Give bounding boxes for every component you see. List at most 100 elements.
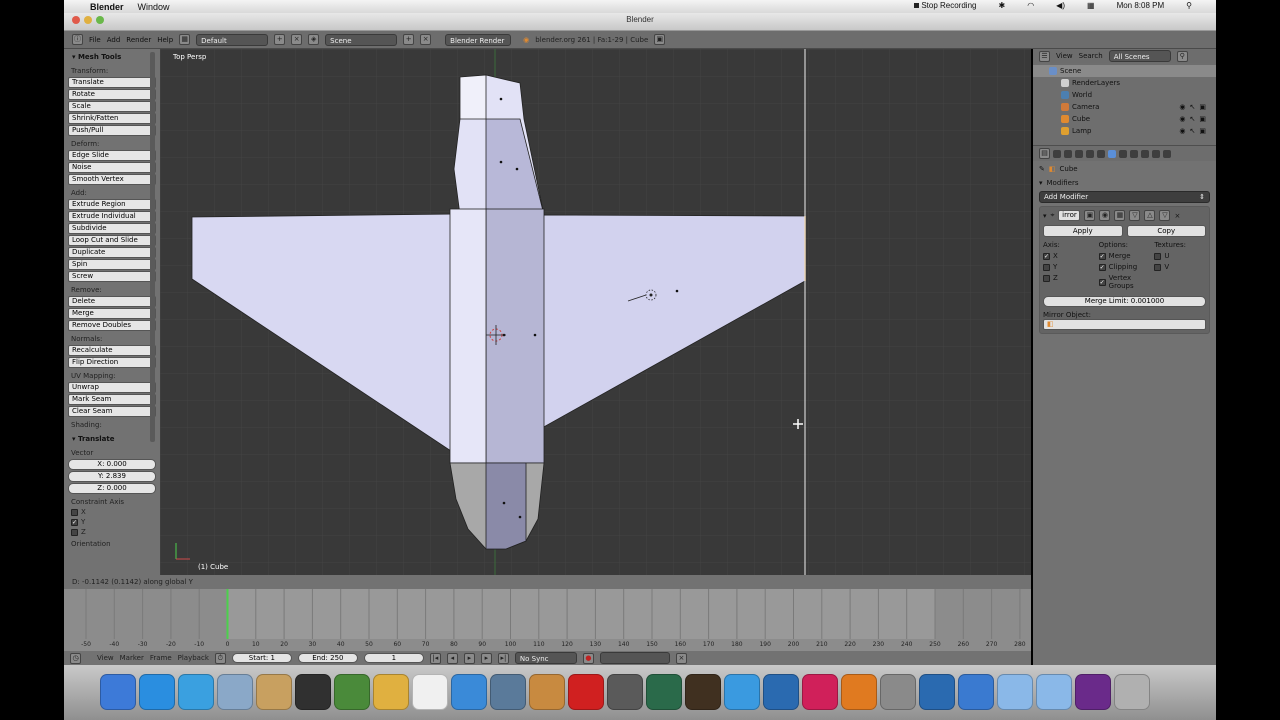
trash-icon[interactable] [1114,674,1150,710]
move-down-icon[interactable]: ▽ [1159,210,1171,221]
properties-editor-type-icon[interactable]: ▤ [1039,148,1050,159]
modifiers-tab-icon[interactable] [1108,149,1116,158]
camera-icon[interactable]: ▣ [1199,113,1206,125]
wifi-icon[interactable]: ◠ [1027,1,1034,10]
edge-slide-button[interactable]: Edge Slide [68,150,156,161]
clock[interactable]: Mon 8:08 PM [1117,1,1165,10]
timeline-canvas[interactable]: -50 -40 -30 -20 -10 0 10 20 30 40 50 60 70 80 90 100 110… [64,589,1031,651]
vector-z-field[interactable]: Z: 0.000 [68,483,156,494]
menu-window[interactable]: Window [138,2,170,12]
duplicate-button[interactable]: Duplicate [68,247,156,258]
preview-range-icon[interactable]: ⏱ [214,652,226,664]
clipping-checkbox[interactable]: ✓ Clipping [1098,263,1151,271]
collapse-arrow-icon[interactable]: ▾ [1043,212,1047,220]
jump-end-icon[interactable]: ▸| [497,652,509,664]
modifiers-panel-header[interactable]: ▾ Modifiers [1039,179,1210,187]
m-app-icon[interactable] [802,674,838,710]
menu-help[interactable]: Help [157,36,173,44]
3d-viewport[interactable]: Top Persp (1) Cube [160,49,1031,575]
screen-layout-icon[interactable]: ▦ [179,34,191,45]
timeline[interactable]: -50 -40 -30 -20 -10 0 10 20 30 40 50 60 70 80 90 100 110… [64,589,1031,651]
cage-toggle-icon[interactable]: ▽ [1129,210,1141,221]
notes-icon[interactable] [373,674,409,710]
current-frame-field[interactable]: 1 [363,653,424,663]
eye-icon[interactable]: ◉ [1179,101,1185,113]
mail-icon[interactable] [217,674,253,710]
tool-shelf-scrollbar[interactable] [150,52,155,442]
shrink-fatten-button[interactable]: Shrink/Fatten [68,113,156,124]
outliner-item-camera[interactable]: Camera ◉ ↖ ▣ [1033,101,1216,113]
preview-icon[interactable] [256,674,292,710]
calendar-icon[interactable] [412,674,448,710]
move-up-icon[interactable]: △ [1144,210,1156,221]
close-window-button[interactable] [72,16,80,24]
outliner-item-scene[interactable]: Scene [1033,65,1216,77]
spotlight-icon[interactable]: ⚲ [1186,1,1192,10]
flip-direction-button[interactable]: Flip Direction [68,357,156,368]
render-tab-icon[interactable] [1053,149,1061,158]
smooth-vertex-button[interactable]: Smooth Vertex [68,174,156,185]
outliner-filter-select[interactable]: All Scenes [1108,50,1171,62]
eye-icon[interactable]: ◉ [1179,125,1185,137]
downloads-folder-icon[interactable] [1036,674,1072,710]
sync-icon[interactable] [958,674,994,710]
modifier-name-field[interactable]: irror [1058,210,1081,221]
render-toggle-icon[interactable]: ▣ [1084,210,1096,221]
dashboard-icon[interactable] [295,674,331,710]
cursor-icon[interactable]: ↖ [1190,101,1196,113]
menu-add[interactable]: Add [107,36,121,44]
extrude-individual-button[interactable]: Extrude Individual [68,211,156,222]
cursor-icon[interactable]: ↖ [1190,125,1196,137]
x-checkbox[interactable]: ✓ X [1043,252,1095,260]
app-store-icon[interactable] [139,674,175,710]
constraint-z-checkbox[interactable]: Z [71,528,156,536]
outliner-item-world[interactable]: World [1033,89,1216,101]
play-icon[interactable]: ▸ [463,652,475,664]
mark-seam-button[interactable]: Mark Seam [68,394,156,405]
outliner-item-cube[interactable]: Cube ◉ ↖ ▣ [1033,113,1216,125]
jump-start-icon[interactable]: |◂ [429,652,441,664]
texture-tab-icon[interactable] [1141,149,1149,158]
mirror-object-field[interactable]: ◧ [1043,319,1206,330]
imovie-icon[interactable] [607,674,643,710]
recalculate-button[interactable]: Recalculate [68,345,156,356]
merge-limit-field[interactable]: Merge Limit: 0.001000 [1043,296,1206,307]
constraints-tab-icon[interactable] [1097,149,1105,158]
remove-scene-icon[interactable]: × [420,34,432,45]
viewport-canvas[interactable] [160,49,1031,575]
blender-icon[interactable] [841,674,877,710]
camera-icon[interactable]: ▣ [1199,101,1206,113]
start-frame-field[interactable]: Start: 1 [231,653,292,663]
object-tab-icon[interactable] [1086,149,1094,158]
facetime-icon[interactable] [334,674,370,710]
outliner-search-icon[interactable]: ⚲ [1176,50,1188,62]
add-scene-icon[interactable]: + [403,34,415,45]
remove-modifier-icon[interactable]: × [1174,212,1180,220]
cursor-icon[interactable]: ↖ [1190,113,1196,125]
y-checkbox[interactable]: Y [1043,263,1095,271]
system-preferences-icon[interactable] [880,674,916,710]
copy-button[interactable]: Copy [1126,225,1206,237]
web-icon[interactable] [763,674,799,710]
iphoto-icon[interactable] [490,674,526,710]
operator-panel-header[interactable]: ▾ Translate [72,435,156,443]
add-layout-icon[interactable]: + [274,34,286,45]
zoom-window-button[interactable] [96,16,104,24]
scene-tab-icon[interactable] [1064,149,1072,158]
render-engine-select[interactable]: Blender Render [445,33,512,46]
translate-button[interactable]: Translate [68,77,156,88]
finder-icon[interactable] [100,674,136,710]
remove-doubles-button[interactable]: Remove Doubles [68,320,156,331]
render-icon[interactable]: ▣ [654,34,666,45]
merge-checkbox[interactable]: ✓ Merge [1098,252,1151,260]
garageband-icon[interactable] [529,674,565,710]
outliner-editor-type-icon[interactable]: ☰ [1039,50,1050,62]
outliner-item-renderlayers[interactable]: RenderLayers [1033,77,1216,89]
realtime-toggle-icon[interactable]: ◉ [1099,210,1111,221]
noise-button[interactable]: Noise [68,162,156,173]
constraint-y-checkbox[interactable]: ✓ Y [71,518,156,526]
scene-icon[interactable]: ◈ [308,34,320,45]
vector-y-field[interactable]: Y: 2.839 [68,471,156,482]
menu-render[interactable]: Render [126,36,151,44]
screen-layout-field[interactable]: Default [196,33,269,46]
